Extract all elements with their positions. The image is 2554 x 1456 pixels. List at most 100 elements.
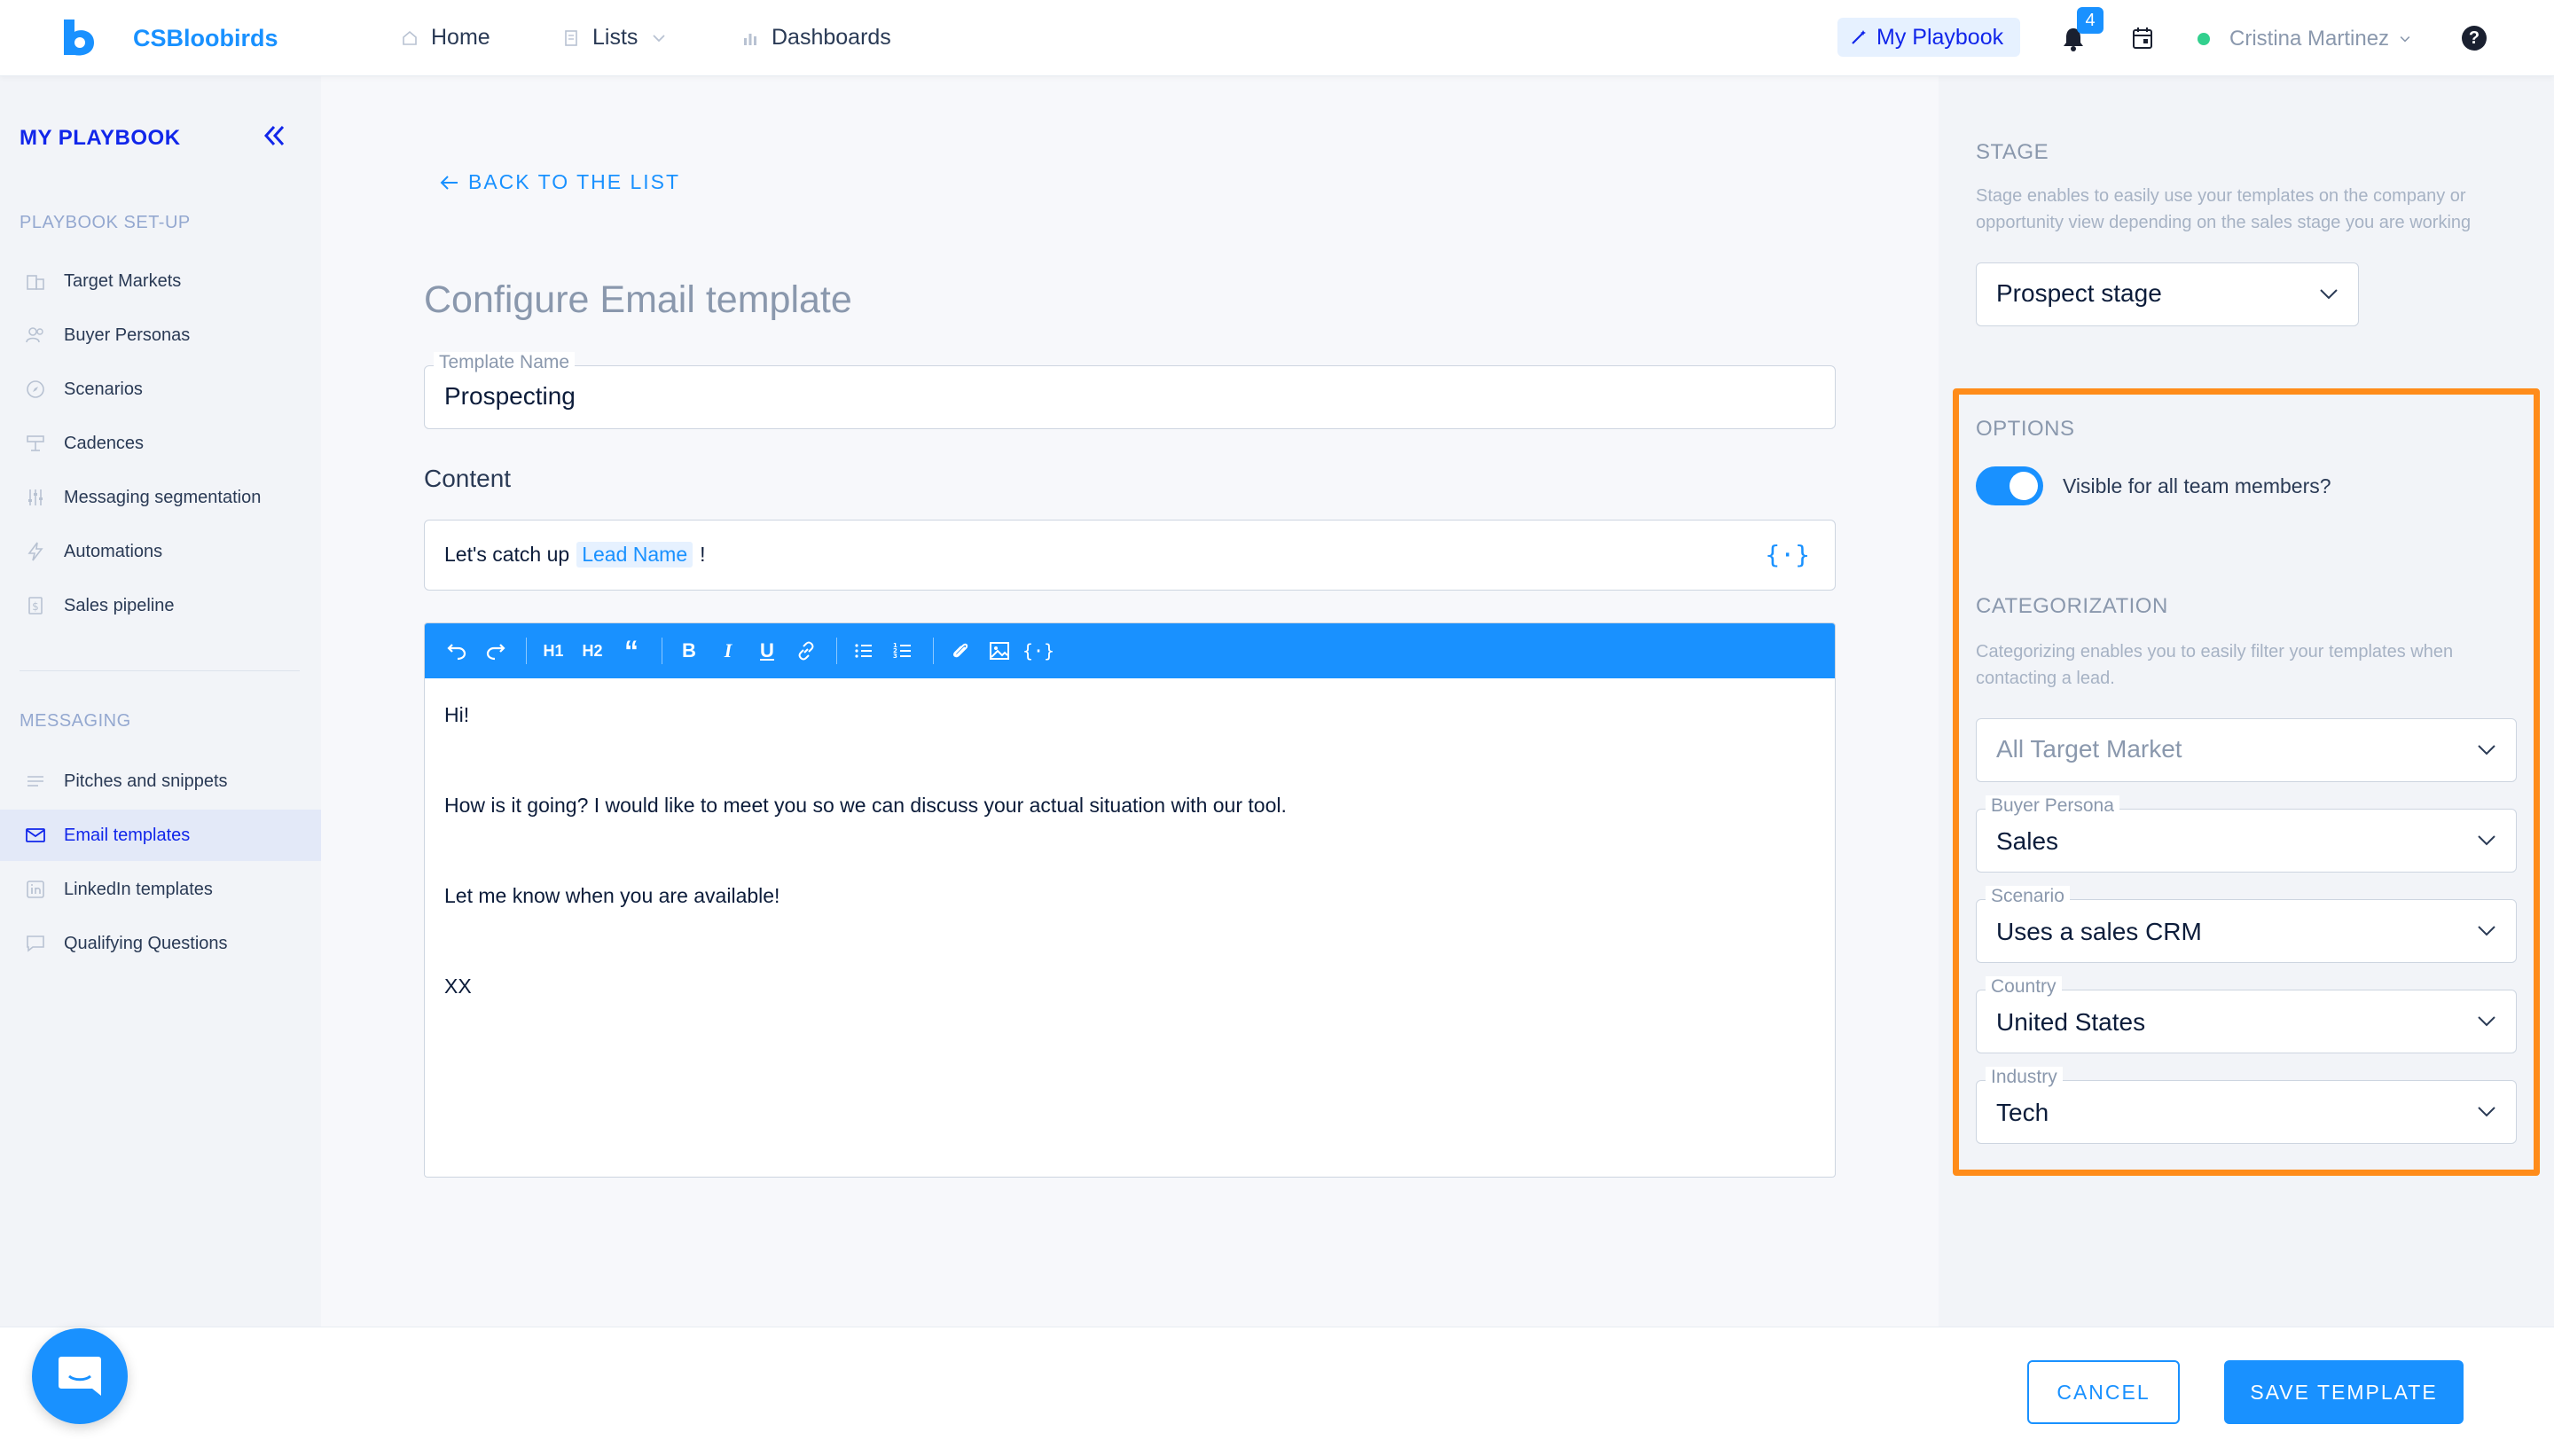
template-name-label: Template Name (434, 352, 576, 373)
content-label: Content (424, 465, 512, 492)
sidebar-item-target-markets[interactable]: Target Markets (0, 255, 321, 307)
sidebar-item-label: Scenarios (64, 379, 143, 399)
link-icon[interactable] (788, 633, 824, 669)
chevron-down-icon (2478, 1016, 2495, 1027)
toolbar-separator (526, 638, 527, 664)
sidebar-item-automations[interactable]: Automations (0, 526, 321, 577)
chat-launcher-button[interactable] (32, 1328, 128, 1424)
save-template-button[interactable]: SAVE TEMPLATE (2224, 1360, 2464, 1424)
sidebar-item-label: Automations (64, 541, 163, 561)
sidebar-item-cadences[interactable]: Cadences (0, 418, 321, 469)
email-body-editor[interactable]: H1 H2 “ B I U 123 {·} Hi! How is it goin… (424, 622, 1836, 1178)
template-name-field[interactable]: Template Name Prospecting (424, 352, 1836, 429)
user-menu[interactable]: Cristina Martinez (2229, 27, 2412, 51)
arrow-left-icon (440, 175, 458, 190)
sidebar-item-email-templates[interactable]: Email templates (0, 810, 321, 861)
subject-field[interactable]: Let's catch up Lead Name ! {·} (424, 520, 1836, 591)
sidebar-item-label: Pitches and snippets (64, 771, 228, 791)
stage-value: Prospect stage (1996, 279, 2162, 307)
sidebar-item-qualifying-questions[interactable]: Qualifying Questions (0, 918, 321, 969)
sidebar-divider (20, 670, 300, 671)
building-icon (27, 275, 44, 290)
italic-button[interactable]: I (710, 633, 746, 669)
nav-lists[interactable]: Lists (562, 25, 668, 51)
chevron-down-icon (2478, 1107, 2495, 1117)
country-label: Country (1986, 976, 2062, 998)
insert-variable-icon[interactable]: {·} (1765, 540, 1810, 569)
sidebar-item-scenarios[interactable]: Scenarios (0, 364, 321, 415)
toggle-knob (2010, 472, 2038, 500)
numbered-list-icon[interactable]: 123 (885, 633, 921, 669)
magic-wand-icon (1852, 30, 1866, 44)
image-icon[interactable] (982, 633, 1017, 669)
categorization-title: CATEGORIZATION (1976, 594, 2168, 618)
buyer-persona-select[interactable]: Buyer Persona Sales (1976, 795, 2517, 873)
chat-icon (27, 935, 44, 952)
sidebar-item-label: Cadences (64, 433, 145, 453)
calendar-icon[interactable] (2132, 27, 2153, 50)
nav-home[interactable]: Home (401, 25, 490, 51)
country-select[interactable]: Country United States (1976, 976, 2517, 1053)
visible-for-team-toggle[interactable] (1976, 466, 2043, 505)
body-line: Hi! (444, 703, 470, 726)
online-status-dot (2198, 33, 2210, 45)
sidebar-section-setup: PLAYBOOK SET-UP (20, 213, 191, 232)
quote-button[interactable]: “ (614, 633, 649, 669)
cancel-button[interactable]: CANCEL (2027, 1360, 2180, 1424)
buyer-persona-value: Sales (1996, 827, 2059, 855)
variable-button[interactable]: {·} (1021, 633, 1056, 669)
industry-select[interactable]: Industry Tech (1976, 1067, 2517, 1144)
lightning-icon (27, 542, 43, 561)
heading2-button[interactable]: H2 (575, 633, 610, 669)
svg-text:$: $ (32, 600, 39, 613)
bullet-list-icon[interactable] (846, 633, 881, 669)
sidebar-item-label: LinkedIn templates (64, 879, 213, 899)
subject-text: Let's catch up Lead Name ! (444, 542, 706, 568)
heading1-button[interactable]: H1 (536, 633, 571, 669)
industry-label: Industry (1986, 1067, 2063, 1088)
sidebar-item-pitches[interactable]: Pitches and snippets (0, 755, 321, 807)
underline-button[interactable]: U (749, 633, 785, 669)
toolbar-separator (933, 638, 934, 664)
sidebar-item-label: Messaging segmentation (64, 487, 262, 507)
subject-prefix: Let's catch up (444, 543, 570, 566)
target-market-select[interactable]: All Target Market (1976, 718, 2517, 782)
lead-name-variable-chip[interactable]: Lead Name (576, 542, 693, 568)
nav-lists-label: Lists (592, 25, 638, 50)
lines-icon (27, 776, 43, 787)
back-to-list-link[interactable]: BACK TO THE LIST (440, 170, 680, 194)
stage-title: STAGE (1976, 140, 2049, 164)
bloobirds-logo-icon[interactable] (60, 18, 98, 57)
nav-home-label: Home (431, 25, 490, 50)
undo-icon[interactable] (439, 633, 474, 669)
sidebar-item-linkedin-templates[interactable]: LinkedIn templates (0, 864, 321, 915)
compass-icon (27, 380, 44, 398)
attachment-icon[interactable] (943, 633, 978, 669)
my-playbook-button[interactable]: My Playbook (1837, 18, 2020, 57)
home-icon (403, 30, 417, 45)
help-icon[interactable]: ? (2462, 26, 2487, 51)
options-title: OPTIONS (1976, 417, 2075, 441)
stage-select[interactable]: Prospect stage (1976, 262, 2359, 326)
my-playbook-label: My Playbook (1876, 24, 2004, 50)
chat-bubble-icon (59, 1357, 101, 1396)
buyer-persona-label: Buyer Persona (1986, 795, 2119, 817)
chevron-down-icon (2320, 289, 2338, 300)
sidebar-item-buyer-personas[interactable]: Buyer Personas (0, 309, 321, 361)
redo-icon[interactable] (478, 633, 513, 669)
nav-dashboards[interactable]: Dashboards (741, 25, 891, 51)
bold-button[interactable]: B (671, 633, 707, 669)
sidebar-item-sales-pipeline[interactable]: $ Sales pipeline (0, 580, 321, 631)
mail-icon (26, 828, 45, 842)
sidebar-item-label: Target Markets (64, 270, 182, 291)
collapse-sidebar-icon[interactable] (261, 122, 287, 149)
sidebar-item-label: Email templates (64, 825, 191, 845)
pipeline-icon: $ (28, 597, 43, 614)
body-line: Let me know when you are available! (444, 884, 780, 907)
industry-value: Tech (1996, 1099, 2049, 1126)
brand-name[interactable]: CSBloobirds (133, 25, 278, 52)
sidebar-item-label: Qualifying Questions (64, 933, 228, 953)
sidebar-item-label: Sales pipeline (64, 595, 175, 615)
scenario-select[interactable]: Scenario Uses a sales CRM (1976, 886, 2517, 963)
sidebar-item-messaging-segmentation[interactable]: Messaging segmentation (0, 472, 321, 523)
